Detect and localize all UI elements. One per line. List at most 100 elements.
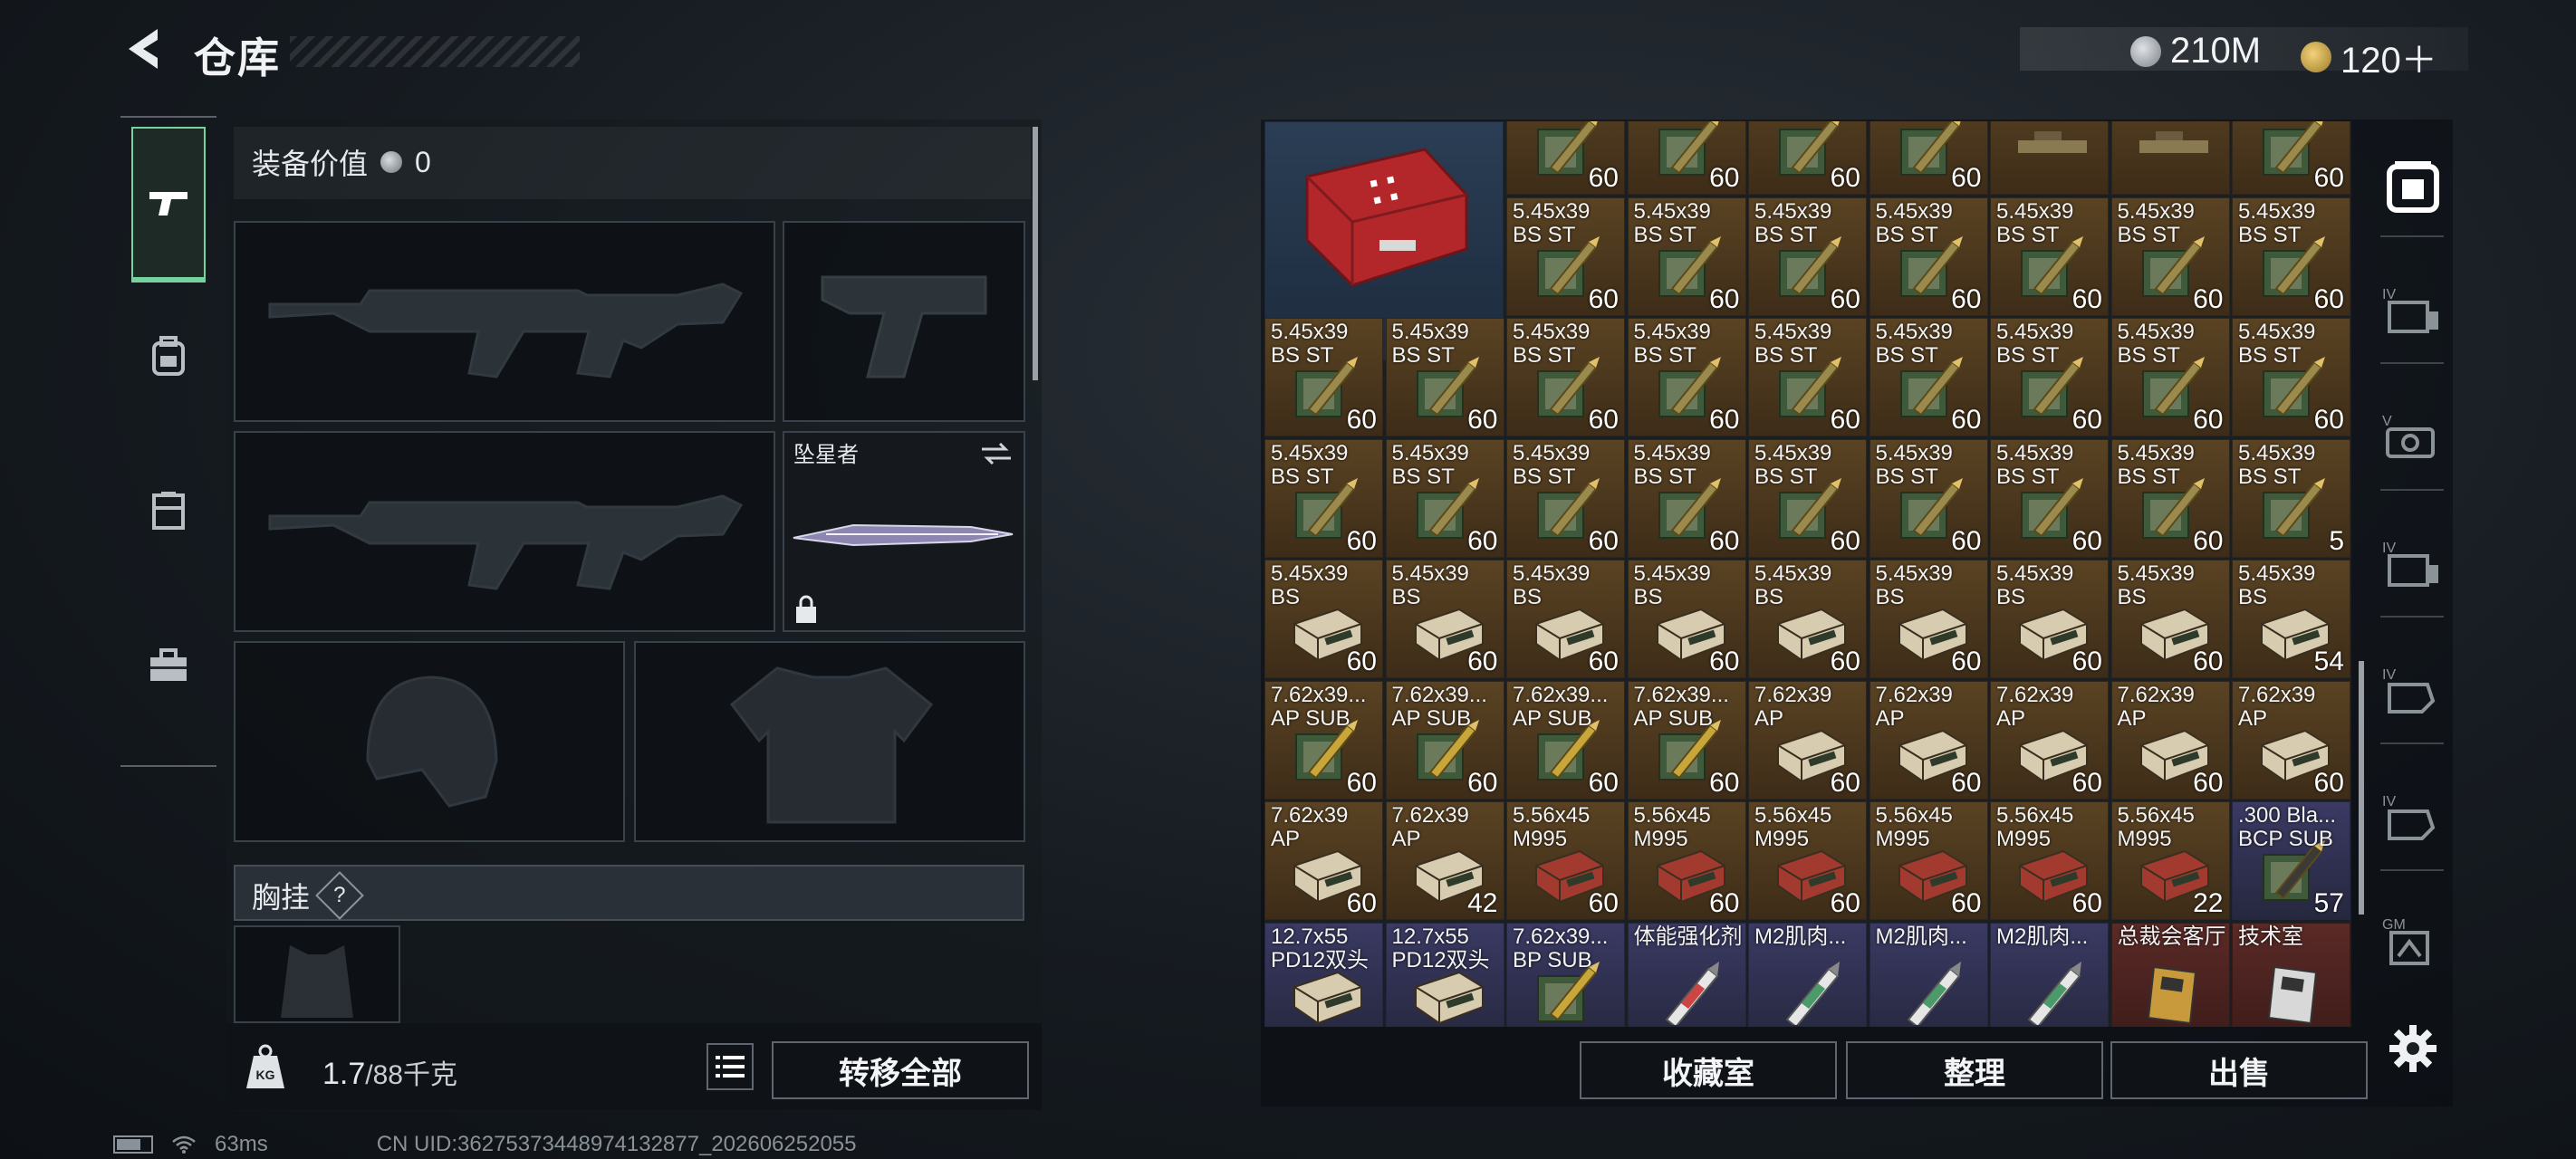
swap-icon[interactable] bbox=[978, 440, 1014, 467]
side-tab-case-gm[interactable]: GM bbox=[2380, 887, 2444, 996]
stash-item[interactable]: 5.45x39 BS ST 60 bbox=[1506, 438, 1625, 558]
stash-item[interactable]: 60 bbox=[1748, 121, 1867, 195]
item-count: 57 bbox=[2313, 888, 2344, 918]
tab-toolbox[interactable] bbox=[131, 589, 206, 741]
stash-item[interactable]: 7.62x39 AP 60 bbox=[1748, 680, 1867, 800]
stash-item[interactable]: 5.45x39 BS ST 60 bbox=[1264, 318, 1383, 436]
melee-slot[interactable]: 坠星者 bbox=[783, 431, 1025, 632]
tab-backpack[interactable] bbox=[131, 281, 206, 433]
stash-item[interactable]: 60 bbox=[1627, 121, 1746, 195]
stash-item[interactable]: 5.56x45 M995 60 bbox=[1748, 801, 1867, 920]
stash-item[interactable] bbox=[2110, 121, 2230, 195]
stash-item[interactable]: 5.45x39 BS ST 60 bbox=[1627, 318, 1746, 436]
stash-item[interactable]: 5.56x45 M995 22 bbox=[2110, 801, 2230, 920]
stash-item[interactable]: 5.45x39 BS 60 bbox=[1990, 560, 2109, 678]
back-button[interactable] bbox=[120, 22, 174, 76]
stash-item[interactable]: 5.45x39 BS ST 60 bbox=[2232, 196, 2350, 316]
stash-item[interactable]: 7.62x39... BP SUB bbox=[1506, 922, 1625, 1027]
stash-item[interactable]: 5.45x39 BS ST 60 bbox=[1748, 318, 1867, 436]
stash-item[interactable]: 7.62x39 AP 60 bbox=[1990, 680, 2109, 800]
stash-item[interactable]: 5.56x45 M995 60 bbox=[1990, 801, 2109, 920]
stash-item[interactable]: 5.45x39 BS ST 60 bbox=[1990, 196, 2109, 316]
organize-button[interactable]: 整理 bbox=[1846, 1041, 2103, 1099]
transfer-all-button[interactable]: 转移全部 bbox=[772, 1041, 1029, 1099]
stash-item[interactable]: 5.45x39 BS 60 bbox=[1869, 560, 1988, 678]
stash-item[interactable]: 5.45x39 BS 60 bbox=[1627, 560, 1746, 678]
tab-vest[interactable] bbox=[131, 435, 206, 587]
helmet-slot[interactable] bbox=[234, 641, 625, 842]
secondary-weapon-slot[interactable] bbox=[234, 431, 775, 632]
stash-item[interactable]: 5.45x39 BS ST 60 bbox=[1748, 438, 1867, 558]
side-tab-container-iv-2[interactable]: IV bbox=[2380, 507, 2444, 618]
stash-item[interactable]: 体能强化剂 bbox=[1627, 922, 1746, 1027]
stash-item[interactable]: 5.45x39 BS 60 bbox=[1264, 560, 1383, 678]
side-tab-safe[interactable] bbox=[2380, 127, 2444, 237]
sell-button[interactable]: 出售 bbox=[2110, 1041, 2368, 1099]
side-tab-container-iv[interactable]: IV bbox=[2380, 254, 2444, 364]
stash-item[interactable]: M2肌肉... bbox=[1748, 922, 1867, 1027]
stash-item[interactable] bbox=[1990, 121, 2109, 195]
stash-item[interactable]: 5.45x39 BS ST 60 bbox=[2232, 318, 2350, 436]
stash-item[interactable]: 7.62x39 AP 60 bbox=[2110, 680, 2230, 800]
settings-button[interactable] bbox=[2388, 1023, 2438, 1074]
stash-item[interactable]: 5.45x39 BS ST 60 bbox=[2110, 438, 2230, 558]
stash-item[interactable]: 5.45x39 BS ST 5 bbox=[2232, 438, 2350, 558]
sidearm-slot[interactable] bbox=[783, 221, 1025, 422]
stash-item[interactable]: 技术室 bbox=[2232, 922, 2350, 1027]
stash-item[interactable]: 7.62x39 AP 60 bbox=[2232, 680, 2350, 800]
stash-item[interactable]: 5.45x39 BS ST 60 bbox=[1990, 438, 2109, 558]
stash-item[interactable]: 5.56x45 M995 60 bbox=[1627, 801, 1746, 920]
side-tab-case-iv[interactable]: IV bbox=[2380, 634, 2444, 744]
stash-item[interactable]: 5.45x39 BS ST 60 bbox=[1869, 438, 1988, 558]
stash-item[interactable]: 5.45x39 BS ST 60 bbox=[1748, 196, 1867, 316]
stash-item[interactable]: 5.45x39 BS ST 60 bbox=[1627, 438, 1746, 558]
stash-item[interactable]: M2肌肉... bbox=[1869, 922, 1988, 1027]
stash-item[interactable]: 5.45x39 BS ST 60 bbox=[1990, 318, 2109, 436]
stash-item[interactable]: 60 bbox=[2232, 121, 2350, 195]
stash-item[interactable]: 5.45x39 BS ST 60 bbox=[1869, 318, 1988, 436]
collection-button[interactable]: 收藏室 bbox=[1580, 1041, 1837, 1099]
stash-item[interactable]: 60 bbox=[1869, 121, 1988, 195]
stash-item[interactable]: 7.62x39... AP SUB 60 bbox=[1506, 680, 1625, 800]
stash-item[interactable]: 5.45x39 BS ST 60 bbox=[2110, 318, 2230, 436]
stash-item[interactable]: 5.45x39 BS ST 60 bbox=[2110, 196, 2230, 316]
stash-item[interactable]: M2肌肉... bbox=[1990, 922, 2109, 1027]
stash-item[interactable]: 5.45x39 BS ST 60 bbox=[1506, 196, 1625, 316]
stash-item[interactable]: BS60 bbox=[1506, 121, 1625, 195]
primary-weapon-slot[interactable] bbox=[234, 221, 775, 422]
stash-item[interactable]: 7.62x39... AP SUB 60 bbox=[1264, 680, 1383, 800]
help-icon[interactable]: ? bbox=[315, 871, 364, 920]
stash-scrollbar[interactable] bbox=[2359, 661, 2364, 915]
stash-item[interactable]: 7.62x39... AP SUB 60 bbox=[1385, 680, 1504, 800]
stash-item[interactable]: 5.45x39 BS ST 60 bbox=[1869, 196, 1988, 316]
side-tab-case-iv-2[interactable]: IV bbox=[2380, 761, 2444, 871]
stash-item[interactable]: .300 Bla... BCP SUB 57 bbox=[2232, 801, 2350, 920]
stash-item[interactable]: 5.45x39 BS 60 bbox=[1506, 560, 1625, 678]
list-view-button[interactable] bbox=[706, 1043, 754, 1090]
stash-item[interactable]: 5.45x39 BS 54 bbox=[2232, 560, 2350, 678]
stash-item[interactable]: 12.7x55 PD12双头 bbox=[1264, 922, 1383, 1027]
side-tab-case-v[interactable]: V bbox=[2380, 380, 2444, 491]
stash-item[interactable]: 5.45x39 BS ST 60 bbox=[1506, 318, 1625, 436]
stash-item[interactable]: 12.7x55 PD12双头 bbox=[1385, 922, 1504, 1027]
stash-item[interactable]: 5.45x39 BS 60 bbox=[1748, 560, 1867, 678]
stash-item[interactable]: 7.62x39... AP SUB 60 bbox=[1627, 680, 1746, 800]
chest-rig-slot[interactable] bbox=[234, 925, 400, 1023]
equipment-scrollbar[interactable] bbox=[1033, 127, 1038, 380]
stash-item[interactable]: 5.56x45 M995 60 bbox=[1506, 801, 1625, 920]
stash-item[interactable]: 5.45x39 BS 60 bbox=[2110, 560, 2230, 678]
stash-item[interactable]: 总裁会客厅 bbox=[2110, 922, 2230, 1027]
stash-item[interactable]: 5.45x39 BS ST 60 bbox=[1627, 196, 1746, 316]
gold-currency[interactable]: 120＋ bbox=[2301, 31, 2437, 83]
stash-item[interactable]: 7.62x39 AP 42 bbox=[1385, 801, 1504, 920]
stash-item[interactable]: 5.45x39 BS ST 60 bbox=[1264, 438, 1383, 558]
stash-item[interactable]: 5.45x39 BS 60 bbox=[1385, 560, 1504, 678]
armor-slot[interactable] bbox=[634, 641, 1025, 842]
stash-item[interactable]: 7.62x39 AP 60 bbox=[1264, 801, 1383, 920]
stash-item[interactable]: 5.56x45 M995 60 bbox=[1869, 801, 1988, 920]
stash-item[interactable]: 5.45x39 BS ST 60 bbox=[1385, 438, 1504, 558]
stash-item[interactable]: 7.62x39 AP 60 bbox=[1869, 680, 1988, 800]
item-name: 5.45x39 BS ST bbox=[1391, 440, 1469, 489]
tab-weapons[interactable] bbox=[131, 127, 206, 283]
stash-item[interactable]: 5.45x39 BS ST 60 bbox=[1385, 318, 1504, 436]
